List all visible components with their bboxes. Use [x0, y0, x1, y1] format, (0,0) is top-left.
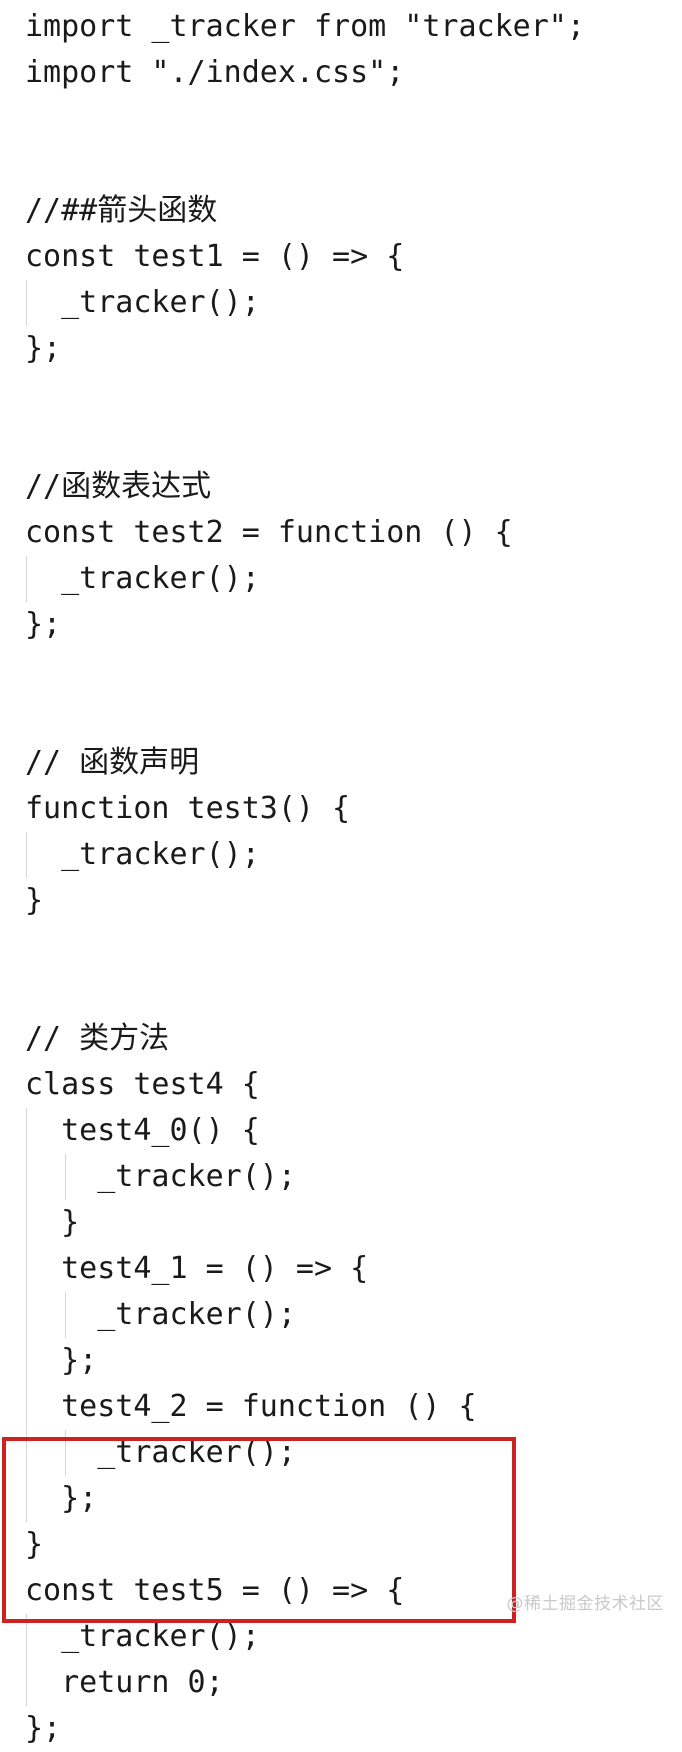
indent-guide-icon — [26, 1338, 27, 1384]
code-line[interactable]: } — [0, 1522, 682, 1568]
code-line-text: // 类方法 — [25, 1021, 170, 1056]
code-line[interactable]: test4_2 = function () { — [0, 1384, 682, 1430]
indent-guide-icon — [26, 556, 27, 602]
code-line[interactable]: _tracker(); — [0, 832, 682, 878]
indent-guide-icon — [26, 280, 27, 326]
code-line-list: import _tracker from "tracker"; import ".… — [0, 0, 682, 1752]
indent-guide-icon — [26, 1154, 27, 1200]
code-line[interactable]: } — [0, 1200, 682, 1246]
code-line[interactable]: }; — [0, 326, 682, 372]
indent-guide-icon — [26, 1476, 27, 1522]
code-line[interactable]: _tracker(); — [0, 556, 682, 602]
code-line-text: const test5 = () => { — [25, 1573, 405, 1608]
indent-guide-icon — [26, 1660, 27, 1706]
code-line[interactable]: }; — [0, 1476, 682, 1522]
code-line[interactable]: import "./index.css"; — [0, 50, 682, 96]
watermark-text: @稀土掘金技术社区 — [506, 1594, 664, 1614]
code-line-text: } — [25, 883, 44, 918]
code-line[interactable]: _tracker(); — [0, 1614, 682, 1660]
code-line[interactable]: _tracker(); — [0, 1292, 682, 1338]
code-line-text: function test3() { — [25, 791, 351, 826]
code-line[interactable]: import _tracker from "tracker"; — [0, 4, 682, 50]
code-line[interactable]: _tracker(); — [0, 1430, 682, 1476]
code-line-text: // 函数声明 — [25, 745, 200, 780]
code-line-text: }; — [25, 1481, 98, 1516]
code-line-text: test4_1 = () => { — [25, 1251, 369, 1286]
indent-guide-icon — [65, 1292, 66, 1338]
code-line[interactable]: function test3() { — [0, 786, 682, 832]
code-line-text: return 0; — [25, 1665, 224, 1700]
code-line[interactable] — [0, 96, 682, 142]
code-line-text: import _tracker from "tracker"; — [25, 9, 585, 44]
code-line[interactable]: // 类方法 — [0, 1016, 682, 1062]
code-line[interactable]: } — [0, 878, 682, 924]
code-line-text: const test1 = () => { — [25, 239, 405, 274]
code-line[interactable]: }; — [0, 1706, 682, 1752]
code-line[interactable]: test4_1 = () => { — [0, 1246, 682, 1292]
indent-guide-icon — [26, 1292, 27, 1338]
code-editor[interactable]: import _tracker from "tracker"; import ".… — [0, 0, 682, 1746]
code-line[interactable]: _tracker(); — [0, 1154, 682, 1200]
code-line[interactable]: }; — [0, 1338, 682, 1384]
code-line-text: }; — [25, 1343, 98, 1378]
code-line[interactable]: //函数表达式 — [0, 464, 682, 510]
code-line-text: _tracker(); — [25, 561, 260, 596]
code-line-text: }; — [25, 331, 62, 366]
code-line[interactable]: _tracker(); — [0, 280, 682, 326]
code-line[interactable] — [0, 142, 682, 188]
code-line-text: test4_2 = function () { — [25, 1389, 477, 1424]
code-line-text: import "./index.css"; — [25, 55, 405, 90]
code-line[interactable]: //##箭头函数 — [0, 188, 682, 234]
code-line-text: const test2 = function () { — [25, 515, 513, 550]
code-line-text: //函数表达式 — [25, 469, 212, 504]
code-line[interactable]: const test1 = () => { — [0, 234, 682, 280]
code-line[interactable] — [0, 970, 682, 1016]
indent-guide-icon — [26, 1200, 27, 1246]
code-line[interactable] — [0, 372, 682, 418]
code-line-text: } — [25, 1527, 44, 1562]
indent-guide-icon — [26, 832, 27, 878]
code-line-text: _tracker(); — [25, 285, 260, 320]
indent-guide-icon — [26, 1614, 27, 1660]
code-line[interactable]: class test4 { — [0, 1062, 682, 1108]
code-line[interactable] — [0, 418, 682, 464]
code-line-text: _tracker(); — [25, 1619, 260, 1654]
indent-guide-icon — [26, 1430, 27, 1476]
code-line-text: _tracker(); — [25, 837, 260, 872]
indent-guide-icon — [65, 1154, 66, 1200]
code-line-text: //##箭头函数 — [25, 193, 218, 228]
code-line[interactable]: test4_0() { — [0, 1108, 682, 1154]
code-line-text: test4_0() { — [25, 1113, 260, 1148]
indent-guide-icon — [26, 1108, 27, 1154]
code-line[interactable]: return 0; — [0, 1660, 682, 1706]
code-line-text: }; — [25, 1711, 62, 1746]
code-line-text: }; — [25, 607, 62, 642]
indent-guide-icon — [26, 1384, 27, 1430]
code-line[interactable] — [0, 924, 682, 970]
code-line-text: } — [25, 1205, 80, 1240]
indent-guide-icon — [65, 1430, 66, 1476]
indent-guide-icon — [26, 1246, 27, 1292]
code-line[interactable] — [0, 648, 682, 694]
code-line[interactable] — [0, 694, 682, 740]
code-line[interactable]: }; — [0, 602, 682, 648]
code-line-text: class test4 { — [25, 1067, 260, 1102]
code-line[interactable]: // 函数声明 — [0, 740, 682, 786]
code-line[interactable]: const test2 = function () { — [0, 510, 682, 556]
